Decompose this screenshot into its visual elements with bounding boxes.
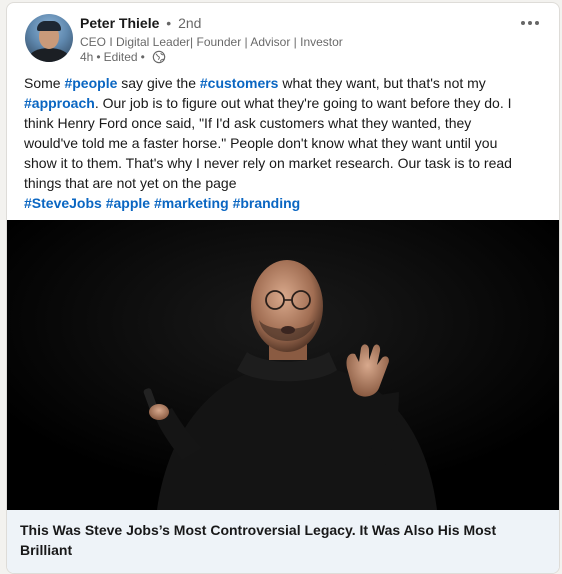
post-header: Peter Thiele • 2nd CEO I Digital Leader|… xyxy=(7,3,559,73)
hashtag-link[interactable]: #apple xyxy=(106,195,150,211)
more-options-icon[interactable] xyxy=(515,11,545,35)
post-text-segment: would've told me a faster horse." People… xyxy=(24,135,498,151)
globe-icon xyxy=(152,50,166,64)
post-meta: 4h • Edited • xyxy=(80,49,166,65)
hashtag-link[interactable]: #approach xyxy=(24,95,95,111)
feed-post-card: Peter Thiele • 2nd CEO I Digital Leader|… xyxy=(6,2,560,574)
separator-dot: • xyxy=(96,50,101,64)
hashtag-link[interactable]: #people xyxy=(64,75,117,91)
edited-label: Edited xyxy=(103,50,138,64)
post-text-segment: what they want, but that's not my xyxy=(278,75,486,91)
post-text: Some #people say give the #customers wha… xyxy=(24,73,546,213)
post-text-line: #approach. Our job is to figure out what… xyxy=(24,93,546,113)
post-text-segment: things that are not yet on the page xyxy=(24,175,237,191)
post-text-line: show it to them. That's why I never rely… xyxy=(24,153,546,173)
post-text-segment: show it to them. That's why I never rely… xyxy=(24,155,512,171)
connection-degree: 2nd xyxy=(178,15,202,31)
author-name-line: Peter Thiele • 2nd xyxy=(80,14,201,32)
hashtag-link[interactable]: #customers xyxy=(200,75,279,91)
post-text-line: would've told me a faster horse." People… xyxy=(24,133,546,153)
post-text-segment: Some xyxy=(24,75,65,91)
post-text-line: Some #people say give the #customers wha… xyxy=(24,73,546,93)
author-headline: CEO I Digital Leader| Founder | Advisor … xyxy=(80,35,343,49)
link-preview[interactable]: This Was Steve Jobs’s Most Controversial… xyxy=(7,510,559,573)
post-text-line: #SteveJobs #apple #marketing #branding xyxy=(24,193,546,213)
post-timestamp: 4h xyxy=(80,50,94,64)
separator-dot: • xyxy=(166,15,172,31)
post-text-segment: think Henry Ford once said, "If I'd ask … xyxy=(24,115,472,131)
link-preview-title[interactable]: This Was Steve Jobs’s Most Controversial… xyxy=(20,520,540,560)
post-text-segment: . Our job is to figure out what they're … xyxy=(94,95,512,111)
post-text-line: things that are not yet on the page xyxy=(24,173,546,193)
post-text-line: think Henry Ford once said, "If I'd ask … xyxy=(24,113,546,133)
steve-jobs-photo xyxy=(7,220,559,510)
post-image[interactable] xyxy=(7,220,559,510)
author-name[interactable]: Peter Thiele xyxy=(80,15,159,31)
post-text-segment: say give the xyxy=(117,75,200,91)
separator-dot: • xyxy=(140,50,145,64)
author-avatar[interactable] xyxy=(25,14,73,62)
hashtag-link[interactable]: #branding xyxy=(233,195,301,211)
hashtag-link[interactable]: #marketing xyxy=(154,195,229,211)
hashtag-link[interactable]: #SteveJobs xyxy=(24,195,102,211)
